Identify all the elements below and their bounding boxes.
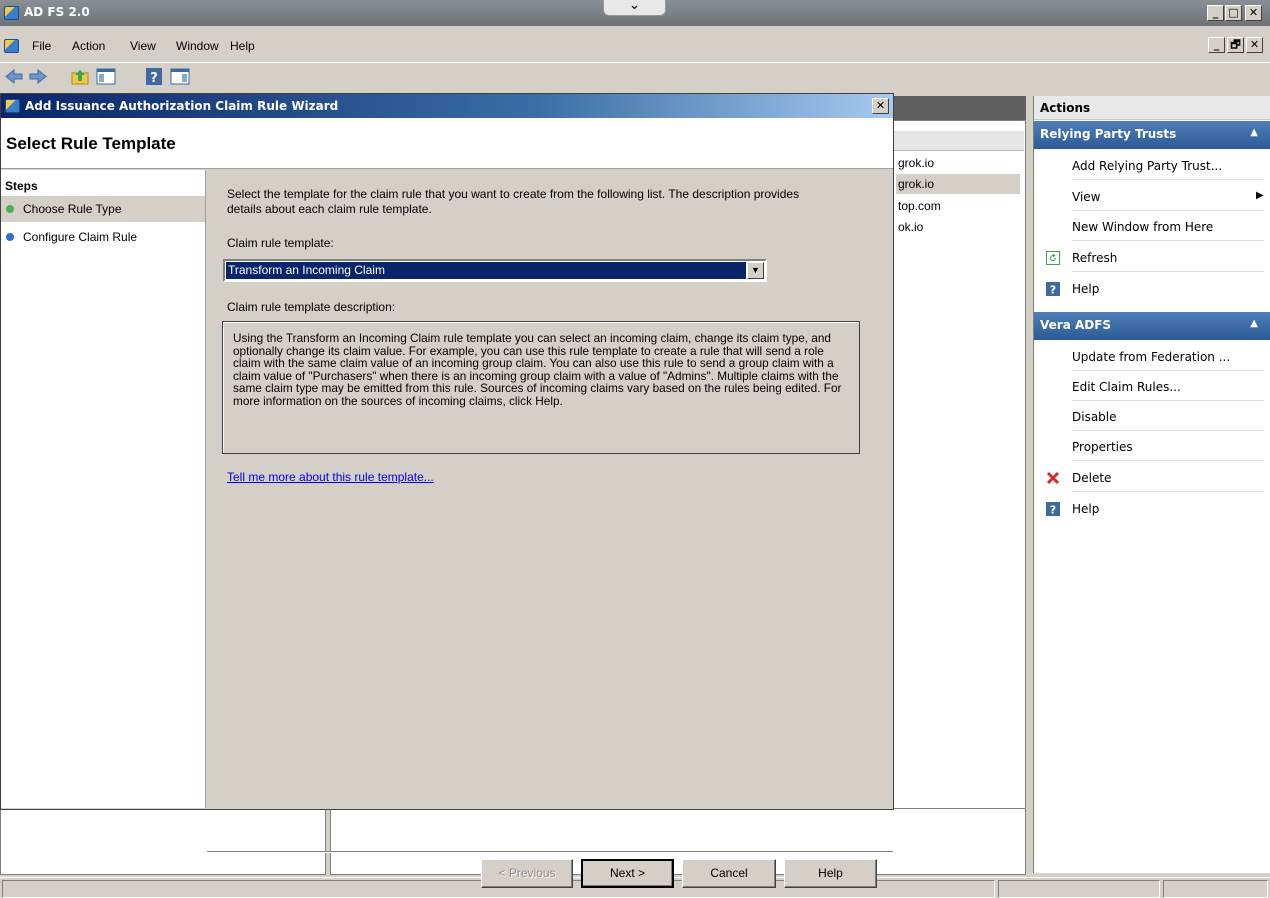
dropdown-arrow-icon[interactable]: ▼ — [747, 262, 764, 279]
more-info-link[interactable]: Tell me more about this rule template... — [227, 470, 434, 484]
divider — [1072, 491, 1264, 492]
list-item[interactable]: grok.io — [896, 153, 1020, 173]
section-title: Vera ADFS — [1040, 318, 1112, 332]
action-edit-claim-rules[interactable]: Edit Claim Rules... — [1072, 380, 1181, 394]
close-button[interactable]: ✕ — [1245, 5, 1262, 21]
svg-text:?: ? — [150, 71, 158, 86]
divider — [1072, 179, 1264, 180]
next-button[interactable]: Next > — [581, 859, 674, 888]
template-description-box: Using the Transform an Incoming Claim ru… — [222, 321, 860, 454]
step-configure-claim-rule[interactable]: Configure Claim Rule — [1, 224, 205, 250]
submenu-arrow-icon: ▶ — [1256, 190, 1264, 201]
delete-x-icon — [1046, 471, 1060, 485]
template-label: Claim rule template: — [227, 236, 334, 250]
divider — [1072, 271, 1264, 272]
action-add-relying-party-trust[interactable]: Add Relying Party Trust... — [1072, 159, 1222, 173]
actions-section-vera-adfs[interactable]: Vera ADFS ▲ — [1034, 312, 1270, 340]
collapse-caret-icon[interactable]: ▲ — [1250, 127, 1258, 138]
previous-button[interactable]: < Previous — [481, 859, 573, 888]
action-refresh[interactable]: Refresh — [1072, 251, 1117, 265]
details-pane — [330, 808, 1026, 875]
svg-text:?: ? — [1050, 284, 1056, 297]
menu-bar: File Action View Window Help _ 🗗 ✕ — [0, 34, 1270, 58]
back-arrow-icon[interactable] — [4, 67, 24, 86]
status-pane — [998, 880, 1160, 898]
action-new-window-from-here[interactable]: New Window from Here — [1072, 220, 1213, 234]
center-pane-header — [893, 96, 1026, 120]
actions-title: Actions — [1034, 96, 1270, 120]
menu-action[interactable]: Action — [72, 39, 105, 53]
status-pane — [1163, 880, 1268, 898]
wizard-title: Add Issuance Authorization Claim Rule Wi… — [25, 99, 339, 113]
divider — [1072, 460, 1264, 461]
adfs-app-icon — [5, 99, 20, 113]
minimize-button[interactable]: _ — [1207, 5, 1224, 21]
divider — [1072, 370, 1264, 371]
action-help[interactable]: Help — [1072, 502, 1099, 516]
button-divider — [207, 851, 893, 853]
wizard-close-button[interactable]: ✕ — [872, 98, 889, 114]
toolbar: ? — [0, 62, 1270, 88]
console-tree-pane — [0, 808, 326, 875]
help-icon: ? — [1046, 502, 1060, 516]
up-folder-icon[interactable] — [70, 67, 90, 86]
divider — [1072, 240, 1264, 241]
steps-title: Steps — [5, 179, 38, 193]
mdi-restore-button[interactable]: 🗗 — [1227, 37, 1244, 53]
cancel-button[interactable]: Cancel — [682, 859, 776, 888]
mmc-icon — [4, 39, 19, 53]
relying-party-list: grok.io grok.io top.com ok.io — [893, 120, 1026, 873]
show-hide-action-pane-icon[interactable] — [170, 67, 190, 86]
wizard-title-bar[interactable]: Add Issuance Authorization Claim Rule Wi… — [1, 94, 893, 118]
help-button[interactable]: Help — [784, 859, 877, 888]
action-properties[interactable]: Properties — [1072, 440, 1133, 454]
adfs-app-icon — [4, 6, 19, 20]
page-title: Select Rule Template — [6, 134, 176, 153]
action-disable[interactable]: Disable — [1072, 410, 1117, 424]
selected-template[interactable]: Transform an Incoming Claim — [226, 262, 746, 279]
mdi-close-button[interactable]: ✕ — [1246, 37, 1263, 53]
help-icon[interactable]: ? — [144, 67, 164, 86]
collapse-caret-icon[interactable]: ▲ — [1250, 318, 1258, 329]
list-item[interactable]: ok.io — [896, 217, 1020, 237]
remote-session-chevron-icon[interactable]: ⌄ — [603, 0, 666, 16]
svg-text:?: ? — [1050, 504, 1056, 517]
list-item[interactable]: top.com — [896, 196, 1020, 216]
menu-window[interactable]: Window — [176, 39, 219, 53]
menu-view[interactable]: View — [130, 39, 156, 53]
divider — [1072, 400, 1264, 401]
action-view[interactable]: View — [1072, 190, 1100, 204]
app-title: AD FS 2.0 — [24, 5, 90, 19]
template-description-text: Using the Transform an Incoming Claim ru… — [233, 331, 842, 408]
list-item-selected[interactable]: grok.io — [896, 174, 1020, 194]
menu-help[interactable]: Help — [230, 39, 255, 53]
step-label: Choose Rule Type — [23, 202, 122, 216]
step-status-dot-icon — [6, 205, 14, 213]
action-delete[interactable]: Delete — [1072, 471, 1111, 485]
step-label: Configure Claim Rule — [23, 230, 138, 244]
mdi-minimize-button[interactable]: _ — [1208, 37, 1225, 53]
section-title: Relying Party Trusts — [1040, 127, 1177, 141]
menu-file[interactable]: File — [32, 39, 51, 53]
description-label: Claim rule template description: — [227, 300, 396, 314]
claim-rule-template-select[interactable]: Transform an Incoming Claim ▼ — [223, 259, 767, 282]
actions-pane: Actions Relying Party Trusts ▲ Add Relyi… — [1033, 96, 1270, 873]
actions-section-relying-party-trusts[interactable]: Relying Party Trusts ▲ — [1034, 121, 1270, 149]
refresh-icon — [1046, 251, 1060, 265]
action-update-from-federation[interactable]: Update from Federation ... — [1072, 350, 1230, 364]
divider — [1072, 210, 1264, 211]
maximize-button[interactable]: □ — [1225, 5, 1242, 21]
action-help[interactable]: Help — [1072, 282, 1099, 296]
divider — [1072, 430, 1264, 431]
instruction-text: Select the template for the claim rule t… — [227, 187, 800, 216]
step-status-dot-icon — [6, 233, 14, 241]
forward-arrow-icon[interactable] — [28, 67, 48, 86]
list-column-header[interactable] — [894, 131, 1024, 151]
steps-pane: Steps Choose Rule Type Configure Claim R… — [1, 170, 206, 808]
wizard-header: Select Rule Template — [1, 118, 893, 169]
show-hide-console-tree-icon[interactable] — [96, 67, 116, 86]
help-icon: ? — [1046, 282, 1060, 296]
step-choose-rule-type[interactable]: Choose Rule Type — [1, 196, 205, 222]
